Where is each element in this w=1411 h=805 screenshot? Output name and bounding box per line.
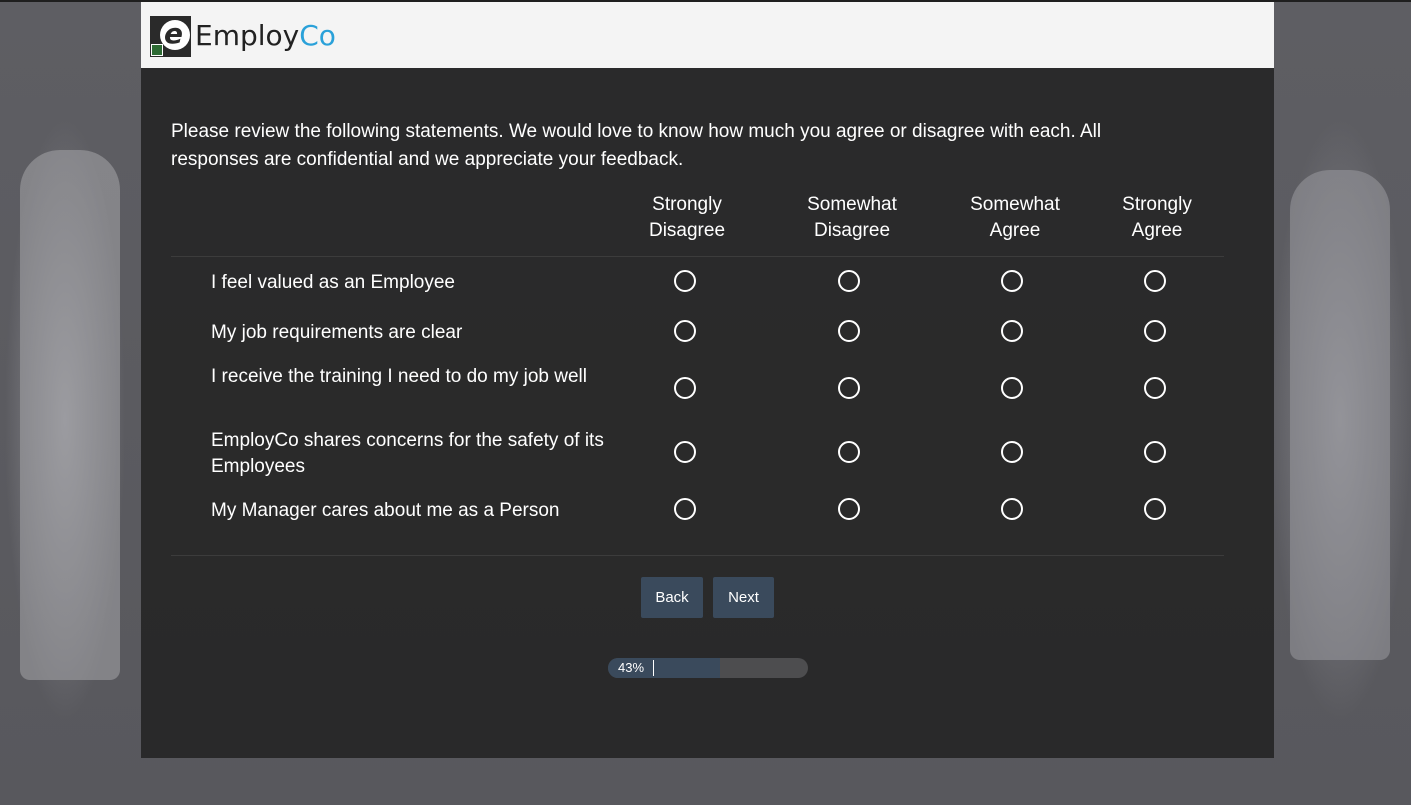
employco-logo-icon: e	[150, 16, 191, 57]
column-header-strongly-disagree: Strongly Disagree	[622, 192, 752, 244]
radio-somewhat-disagree[interactable]	[838, 377, 860, 399]
radio-somewhat-disagree[interactable]	[838, 441, 860, 463]
radio-somewhat-disagree[interactable]	[838, 320, 860, 342]
column-header-strongly-agree: Strongly Agree	[1092, 192, 1222, 244]
statement-label: My Manager cares about me as a Person	[211, 500, 560, 521]
back-button[interactable]: Back	[641, 577, 703, 618]
radio-strongly-agree[interactable]	[1144, 441, 1166, 463]
statement-label: I receive the training I need to do my j…	[211, 366, 587, 387]
column-header-line: Strongly	[652, 194, 722, 215]
column-header-line: Strongly	[1122, 194, 1192, 215]
column-header-line: Somewhat	[807, 194, 897, 215]
footer-divider	[171, 555, 1224, 556]
column-header-line: Agree	[989, 220, 1041, 241]
column-header-line: Somewhat	[970, 194, 1060, 215]
radio-strongly-disagree[interactable]	[674, 270, 696, 292]
radio-somewhat-agree[interactable]	[1001, 498, 1023, 520]
radio-strongly-agree[interactable]	[1144, 270, 1166, 292]
logo-square	[151, 44, 163, 56]
survey-panel: Please review the following statements. …	[141, 68, 1274, 758]
radio-strongly-agree[interactable]	[1144, 498, 1166, 520]
next-button[interactable]: Next	[713, 577, 774, 618]
radio-somewhat-agree[interactable]	[1001, 377, 1023, 399]
brand-main: Employ	[195, 19, 300, 52]
radio-somewhat-disagree[interactable]	[838, 498, 860, 520]
radio-strongly-agree[interactable]	[1144, 377, 1166, 399]
column-header-line: Disagree	[813, 220, 891, 241]
background-person	[1290, 170, 1390, 660]
progress-bar: 43%	[608, 658, 808, 678]
column-header-line: Disagree	[648, 220, 726, 241]
radio-strongly-disagree[interactable]	[674, 377, 696, 399]
radio-somewhat-agree[interactable]	[1001, 270, 1023, 292]
statement-label: I feel valued as an Employee	[211, 272, 455, 293]
brand-name: EmployCo	[195, 16, 336, 56]
app-header: e EmployCo	[141, 2, 1274, 68]
radio-somewhat-disagree[interactable]	[838, 270, 860, 292]
radio-strongly-agree[interactable]	[1144, 320, 1166, 342]
statement-label: EmployCo shares concerns for the safety …	[211, 430, 604, 477]
radio-strongly-disagree[interactable]	[674, 498, 696, 520]
column-header-somewhat-disagree: Somewhat Disagree	[787, 192, 917, 244]
statement-label: My job requirements are clear	[211, 322, 463, 343]
radio-somewhat-agree[interactable]	[1001, 441, 1023, 463]
radio-strongly-disagree[interactable]	[674, 441, 696, 463]
column-header-line: Agree	[1131, 220, 1183, 241]
header-divider	[171, 256, 1224, 257]
logo-letter: e	[164, 17, 183, 50]
progress-label: 43%	[618, 660, 645, 675]
background-person	[20, 150, 120, 680]
radio-strongly-disagree[interactable]	[674, 320, 696, 342]
brand-accent: Co	[299, 19, 336, 52]
column-header-somewhat-agree: Somewhat Agree	[950, 192, 1080, 244]
radio-somewhat-agree[interactable]	[1001, 320, 1023, 342]
progress-marker	[653, 660, 654, 676]
survey-intro: Please review the following statements. …	[171, 121, 1102, 170]
